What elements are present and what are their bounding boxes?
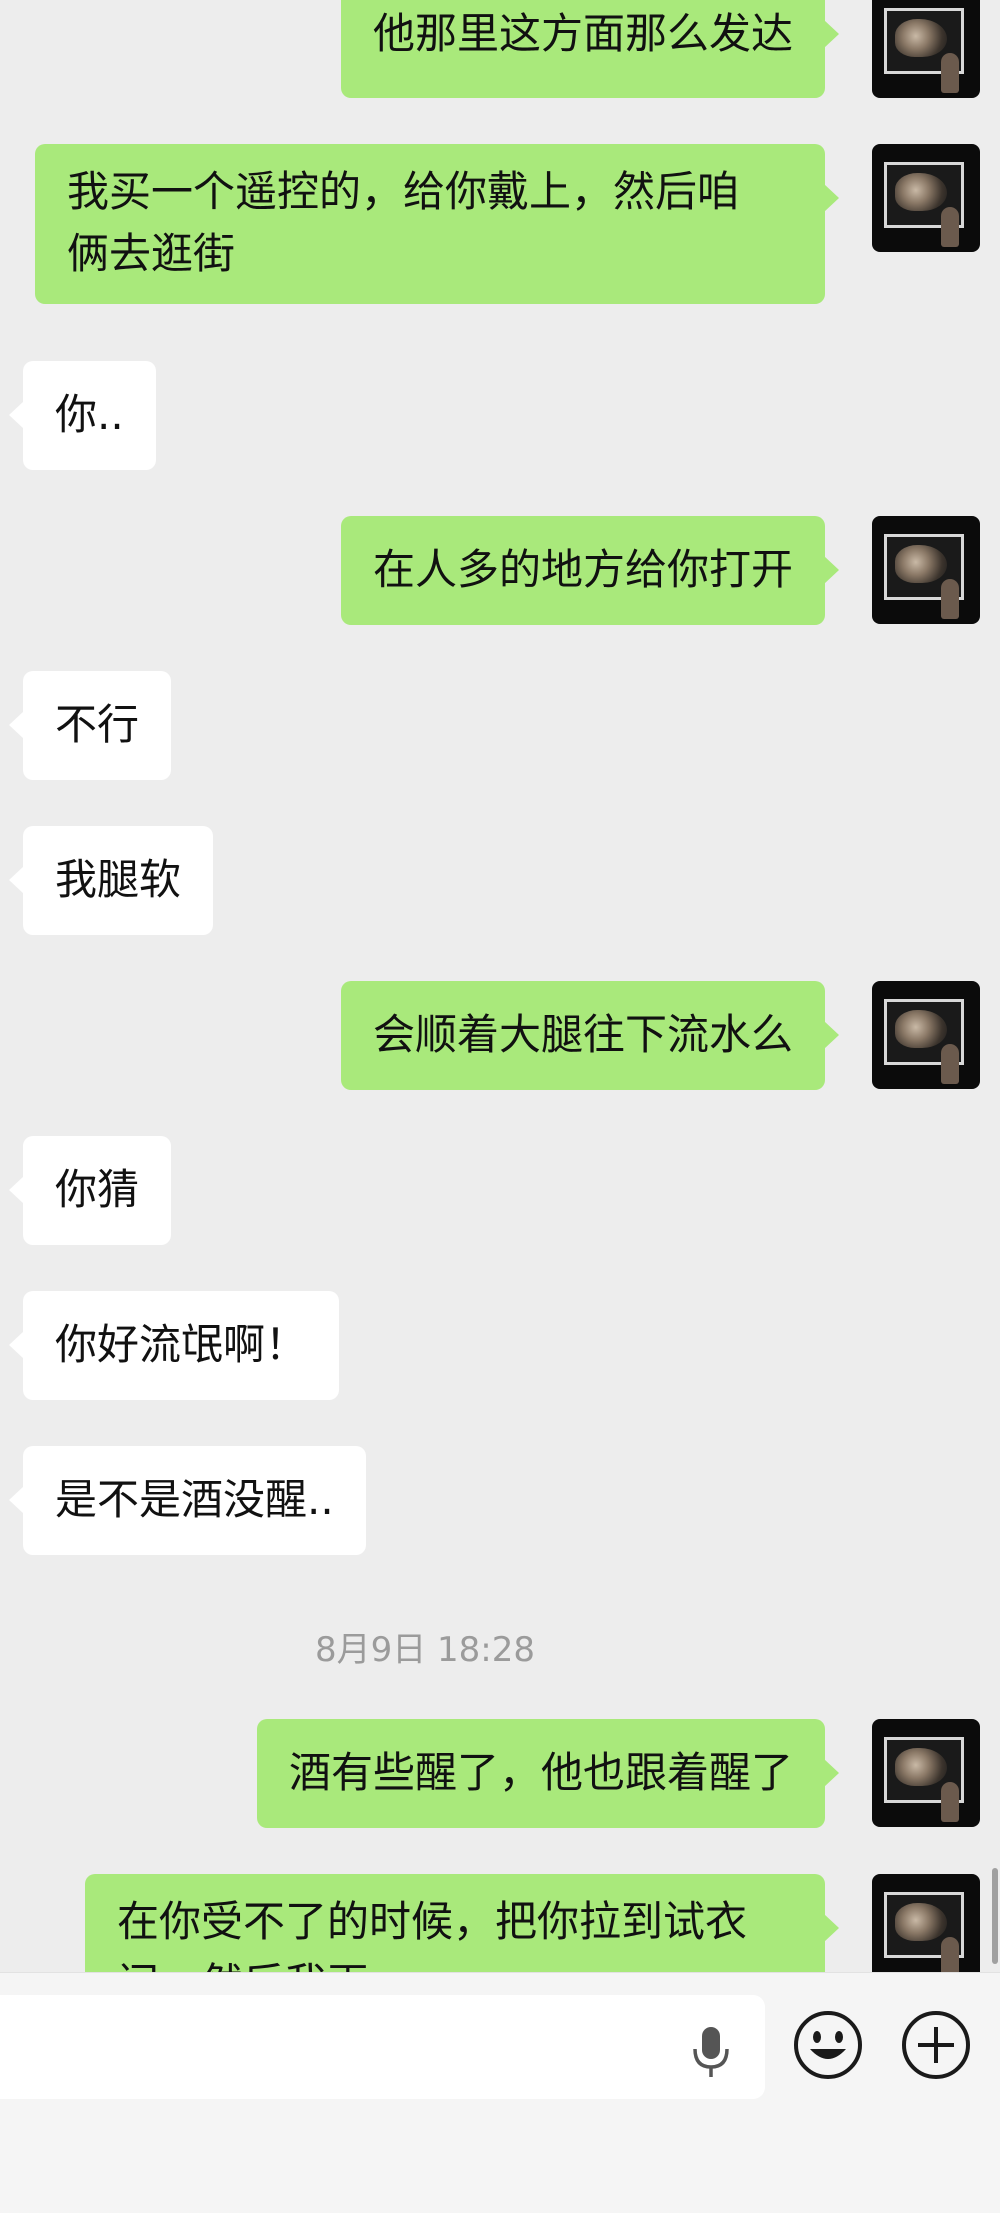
message-text-line: 在你受不了的时候，把你拉到试衣	[117, 1897, 748, 1946]
incoming-message-bubble[interactable]: 你猜	[8, 1136, 172, 1245]
microphone-icon[interactable]	[691, 2025, 731, 2081]
input-bar	[0, 1972, 1000, 2213]
my-avatar[interactable]	[872, 516, 980, 624]
message-text: 你好流氓啊！	[55, 1320, 308, 1369]
outgoing-message-bubble[interactable]: 在人多的地方给你打开	[340, 516, 840, 625]
message-text: 我腿软	[55, 855, 182, 904]
message-text-line: 俩去逛街	[67, 229, 236, 278]
message-text-line: 我买一个遥控的，给你戴上，然后咱	[67, 167, 740, 216]
my-avatar[interactable]	[872, 981, 980, 1089]
message-text: 他那里这方面那么发达	[372, 9, 793, 58]
plus-circle-icon[interactable]	[900, 2009, 972, 2081]
outgoing-message-bubble[interactable]: 他那里这方面那么发达	[340, 0, 840, 98]
my-avatar[interactable]	[872, 1874, 980, 1972]
outgoing-message-bubble[interactable]: 酒有些醒了，他也跟着醒了	[256, 1719, 840, 1828]
scrollbar-thumb[interactable]	[992, 1868, 998, 1964]
incoming-message-bubble[interactable]: 你好流氓啊！	[8, 1291, 340, 1400]
outgoing-message-bubble[interactable]: 会顺着大腿往下流水么	[340, 981, 840, 1090]
avatar-image	[884, 1737, 964, 1822]
incoming-message-bubble[interactable]: 是不是酒没醒..	[9, 1446, 366, 1555]
my-avatar[interactable]	[872, 1719, 980, 1827]
message-text: 在人多的地方给你打开	[372, 545, 793, 594]
incoming-message-bubble[interactable]: 你..	[9, 361, 156, 470]
chat-timestamp: 8月9日 18:28	[314, 1630, 536, 1670]
incoming-message-bubble[interactable]: 我腿软	[8, 826, 214, 935]
message-text-line: 间，然后我再...	[117, 1953, 793, 1972]
message-text: 你..	[55, 390, 124, 439]
outgoing-message-bubble[interactable]: 我买一个遥控的，给你戴上，然后咱 俩去逛街	[35, 144, 839, 304]
message-text: 是不是酒没醒..	[55, 1475, 334, 1524]
incoming-message-bubble[interactable]: 不行	[8, 671, 172, 780]
avatar-image	[884, 1892, 964, 1972]
message-text: 会顺着大腿往下流水么	[372, 1010, 793, 1059]
smiley-face-icon[interactable]	[792, 2009, 864, 2081]
my-avatar[interactable]	[872, 0, 980, 98]
avatar-image	[884, 534, 964, 619]
message-text: 不行	[55, 700, 140, 749]
my-avatar[interactable]	[872, 144, 980, 252]
outgoing-message-bubble[interactable]: 在你受不了的时候，把你拉到试衣 间，然后我再...	[85, 1874, 839, 1972]
avatar-image	[884, 162, 964, 247]
avatar-image	[884, 8, 964, 93]
avatar-image	[884, 999, 964, 1084]
chat-area[interactable]: 他那里这方面那么发达 我买一个遥控的，给你戴上，然后咱 俩去逛街 你.. 在人多…	[0, 0, 1000, 1972]
message-input[interactable]	[0, 1995, 765, 2099]
message-text: 酒有些醒了，他也跟着醒了	[288, 1748, 793, 1797]
message-text: 你猜	[55, 1165, 140, 1214]
